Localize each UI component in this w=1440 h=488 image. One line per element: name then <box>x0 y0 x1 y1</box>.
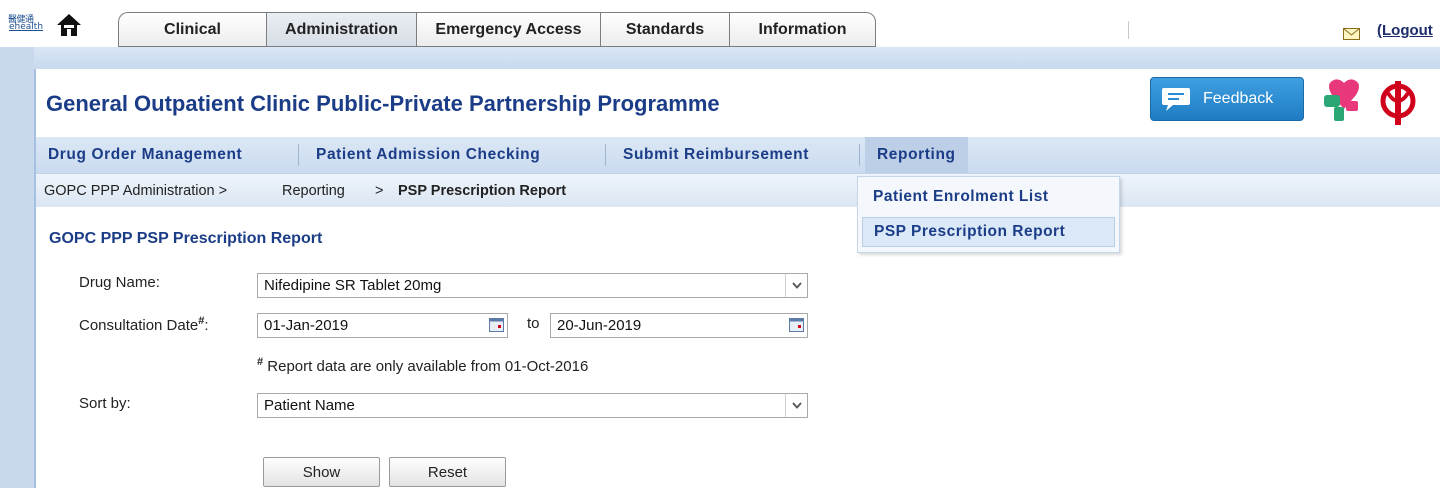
drug-name-value: Nifedipine SR Tablet 20mg <box>264 277 442 294</box>
breadcrumb: GOPC PPP Administration > Reporting > PS… <box>36 173 1440 207</box>
sub-navigation: Drug Order Management Patient Admission … <box>36 137 1440 173</box>
consultation-date-label-text: Consultation Date <box>79 317 199 334</box>
top-bar: 醫健通 ehealth Clinical Administration Emer… <box>0 0 1440 69</box>
consultation-date-label: Consultation Date#: <box>79 315 209 334</box>
calendar-icon[interactable] <box>489 318 504 332</box>
breadcrumb-current: PSP Prescription Report <box>398 183 567 199</box>
subnav-drug-order-management[interactable]: Drug Order Management <box>48 137 242 173</box>
menu-item-patient-enrolment-list[interactable]: Patient Enrolment List <box>862 182 1115 212</box>
sort-by-value: Patient Name <box>264 397 355 414</box>
tab-information[interactable]: Information <box>729 12 876 47</box>
drug-name-label: Drug Name: <box>79 274 160 291</box>
chevron-down-icon <box>785 394 807 417</box>
subnav-reporting[interactable]: Reporting <box>865 137 968 173</box>
logout-link[interactable]: (Logout <box>1377 22 1433 39</box>
logo-english-text: ehealth <box>9 22 44 32</box>
tab-emergency-access[interactable]: Emergency Access <box>416 12 600 47</box>
section-title: GOPC PPP PSP Prescription Report <box>49 230 323 247</box>
speech-bubble-icon <box>1161 86 1191 112</box>
subnav-divider <box>605 144 606 166</box>
subnav-divider <box>859 144 860 166</box>
hospital-authority-logo <box>1320 75 1440 131</box>
note-text: Report data are only available from 01-O… <box>263 358 589 375</box>
breadcrumb-root[interactable]: GOPC PPP Administration > <box>44 183 227 199</box>
ehealth-logo[interactable]: 醫健通 ehealth <box>8 12 44 36</box>
calendar-icon[interactable] <box>789 318 804 332</box>
subnav-submit-reimbursement[interactable]: Submit Reimbursement <box>623 137 809 173</box>
menu-item-psp-prescription-report[interactable]: PSP Prescription Report <box>862 217 1115 247</box>
consultation-date-colon: : <box>204 317 209 334</box>
subnav-patient-admission-checking[interactable]: Patient Admission Checking <box>316 137 540 173</box>
breadcrumb-separator: > <box>375 183 384 199</box>
date-from-input[interactable]: 01-Jan-2019 <box>257 313 508 338</box>
feedback-button[interactable]: Feedback <box>1150 77 1304 121</box>
main-tabs: Clinical Administration Emergency Access… <box>118 12 876 47</box>
sort-by-select[interactable]: Patient Name <box>257 393 808 418</box>
tab-standards[interactable]: Standards <box>600 12 729 47</box>
feedback-label: Feedback <box>1203 90 1274 107</box>
tab-clinical[interactable]: Clinical <box>118 12 266 47</box>
tab-administration[interactable]: Administration <box>266 12 416 47</box>
to-label: to <box>527 315 540 332</box>
top-divider <box>1128 21 1129 39</box>
date-to-value: 20-Jun-2019 <box>557 317 642 334</box>
subnav-divider <box>298 144 299 166</box>
page-title: General Outpatient Clinic Public-Private… <box>46 91 720 116</box>
sort-by-label: Sort by: <box>79 395 131 412</box>
title-band: General Outpatient Clinic Public-Private… <box>36 69 1440 137</box>
mail-icon[interactable] <box>1343 27 1360 40</box>
chevron-down-icon <box>785 274 807 297</box>
date-from-value: 01-Jan-2019 <box>264 317 349 334</box>
top-bar-shadow <box>0 47 1440 69</box>
home-icon[interactable] <box>55 12 83 38</box>
reporting-dropdown-menu: Patient Enrolment List PSP Prescription … <box>857 176 1120 253</box>
date-to-input[interactable]: 20-Jun-2019 <box>550 313 808 338</box>
drug-name-select[interactable]: Nifedipine SR Tablet 20mg <box>257 273 808 298</box>
reset-button[interactable]: Reset <box>389 457 506 487</box>
data-availability-note: # Report data are only available from 01… <box>257 356 588 375</box>
left-margin-bar <box>0 47 34 488</box>
breadcrumb-reporting[interactable]: Reporting <box>282 183 345 199</box>
main-panel: General Outpatient Clinic Public-Private… <box>34 69 1440 488</box>
show-button[interactable]: Show <box>263 457 380 487</box>
